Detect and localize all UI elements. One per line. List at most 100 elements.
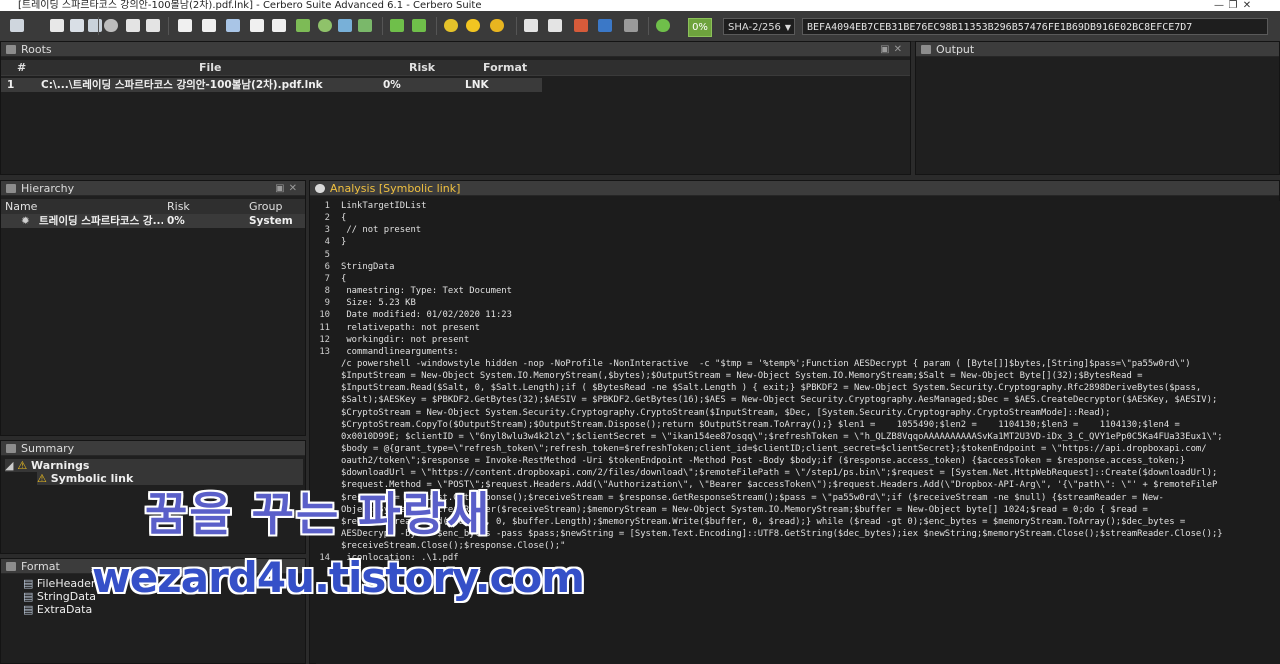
code-line: }: [341, 237, 347, 247]
column-header-name[interactable]: Name: [5, 199, 37, 214]
filter-icon[interactable]: [338, 19, 352, 32]
panel-icon: [6, 45, 16, 54]
document-icon[interactable]: [126, 19, 140, 32]
column-header-file[interactable]: File: [199, 60, 222, 75]
roots-table-header: # File Risk Format: [1, 60, 910, 76]
row-risk: 0%: [383, 79, 401, 91]
code-line: $CryptoStream = New-Object System.Securi…: [341, 408, 1111, 418]
hash-algorithm-select[interactable]: SHA-2/256 ▼: [723, 18, 795, 35]
row-format: LNK: [465, 79, 489, 91]
toolbar-separator: [382, 17, 383, 35]
column-header-risk[interactable]: Risk: [409, 60, 435, 75]
document2-icon[interactable]: [146, 19, 160, 32]
star-icon[interactable]: [466, 19, 480, 32]
format-item-label: StringData: [36, 590, 96, 603]
line-number: 1: [324, 201, 330, 211]
open-folder-icon[interactable]: [70, 19, 84, 32]
line-number: 9: [324, 298, 330, 308]
chart-icon[interactable]: [574, 19, 588, 32]
code-line: $CryptoStream.CopyTo($OutputStream);$Out…: [341, 420, 1180, 430]
line-number: 2: [324, 213, 330, 223]
summary-panel-header: Summary: [1, 441, 305, 456]
window-controls: — ❐ ✕: [1212, 0, 1272, 11]
code-line: commandlinearguments:: [341, 347, 459, 357]
bookmark-star-icon[interactable]: [444, 19, 458, 32]
report-icon[interactable]: [524, 19, 538, 32]
back-arrow-icon[interactable]: [390, 19, 404, 32]
output-panel-header: Output: [916, 42, 1279, 57]
export-icon[interactable]: [548, 19, 562, 32]
close-icon[interactable]: ✕: [1240, 0, 1254, 11]
hierarchy-panel-title: Hierarchy: [21, 182, 75, 195]
screen-icon[interactable]: [226, 19, 240, 32]
code-line: // not present: [341, 225, 422, 235]
table-row[interactable]: 1 C:\...\트레이딩 스파르타코스 강의안-100볼남(2차).pdf.l…: [1, 78, 542, 92]
minimize-icon[interactable]: —: [1212, 0, 1226, 11]
code-line: $body = @{grant_type=\"refresh_token\";r…: [341, 444, 1207, 454]
window3-icon[interactable]: [250, 19, 264, 32]
title-bar: [트레이딩 스파르타코스 강의안-100볼남(2차).pdf.lnk] - Ce…: [0, 0, 1280, 11]
warnings-node[interactable]: ◢ ⚠ Warnings: [5, 459, 303, 472]
code-line: $downloadUrl = \"https://content.dropbox…: [341, 468, 1218, 478]
hierarchy-panel: Hierarchy ▣✕ Name Risk Group ✹ 트레이딩 스파르타…: [0, 180, 306, 436]
column-header-format[interactable]: Format: [483, 60, 527, 75]
tree-icon[interactable]: [296, 19, 310, 32]
hierarchy-table-header: Name Risk Group: [1, 199, 305, 215]
code-line: {: [341, 274, 347, 284]
hash-value-field[interactable]: BEFA4094EB7CEB31BE76EC98B11353B296B57476…: [802, 18, 1268, 35]
panel-icon: [6, 562, 16, 571]
chevron-down-icon: ▼: [784, 23, 791, 32]
panel-controls[interactable]: ▣✕: [275, 181, 301, 196]
tools-icon[interactable]: [624, 19, 638, 32]
window-title: [트레이딩 스파르타코스 강의안-100볼남(2차).pdf.lnk] - Ce…: [18, 0, 482, 11]
output-panel-title: Output: [936, 43, 975, 56]
window2-icon[interactable]: [202, 19, 216, 32]
window4-icon[interactable]: [272, 19, 286, 32]
analysis-panel-title: Analysis [Symbolic link]: [330, 182, 461, 195]
reload-icon[interactable]: [656, 19, 670, 32]
line-number: 3: [324, 225, 330, 235]
gear-icon: ✹: [21, 215, 30, 227]
forward-arrow-icon[interactable]: [412, 19, 426, 32]
row-group: System: [249, 215, 293, 227]
row-num: 1: [7, 79, 15, 91]
main-toolbar: 0% SHA-2/256 ▼ BEFA4094EB7CEB31BE76EC98B…: [0, 11, 1280, 42]
new-file-icon[interactable]: [10, 19, 24, 32]
open-icon[interactable]: [50, 19, 64, 32]
toolbar-separator: [98, 17, 99, 35]
code-line: {: [341, 213, 347, 223]
roots-panel-title: Roots: [21, 43, 52, 56]
watermark-korean: 꿈을 꾸는 파랑새: [145, 487, 492, 541]
code-line: Size: 5.23 KB: [341, 298, 416, 308]
warning-icon: ⚠: [37, 472, 47, 485]
settings-icon[interactable]: [104, 19, 118, 32]
format-panel-title: Format: [21, 560, 60, 573]
line-number: 13: [319, 347, 330, 357]
code-line: oauth2/token\";$response = Invoke-RestMe…: [341, 456, 1186, 466]
line-number: 11: [319, 323, 330, 333]
format-item-fileheader[interactable]: ▤ FileHeader: [23, 577, 95, 590]
restore-icon[interactable]: ❐: [1226, 0, 1240, 11]
code-line: /c powershell -windowstyle hidden -nop -…: [341, 359, 1191, 369]
column-header-risk[interactable]: Risk: [167, 199, 190, 214]
code-line: relativepath: not present: [341, 323, 480, 333]
save-icon[interactable]: [88, 19, 102, 32]
code-line: $Salt);$AESKey = $PBKDF2.GetBytes(32);$A…: [341, 395, 1218, 405]
window-icon[interactable]: [178, 19, 192, 32]
flag-icon[interactable]: [598, 19, 612, 32]
struct-icon: ▤: [23, 577, 34, 590]
tree-row[interactable]: ✹ 트레이딩 스파르타코스 강... 0% System: [1, 214, 305, 228]
panel-controls[interactable]: ▣✕: [880, 42, 906, 57]
refresh-icon[interactable]: [358, 19, 372, 32]
format-item-extradata[interactable]: ▤ ExtraData: [23, 603, 92, 616]
star-outline-icon[interactable]: [490, 19, 504, 32]
collapse-triangle-icon[interactable]: ◢: [5, 459, 13, 472]
format-item-stringdata[interactable]: ▤ StringData: [23, 590, 96, 603]
column-header-num[interactable]: #: [17, 60, 26, 75]
hierarchy-panel-header: Hierarchy ▣✕: [1, 181, 305, 196]
row-file: C:\...\트레이딩 스파르타코스 강의안-100볼남(2차).pdf.lnk: [41, 79, 323, 91]
column-header-group[interactable]: Group: [249, 199, 283, 214]
search-icon[interactable]: [318, 19, 332, 32]
line-number: 6: [324, 262, 330, 272]
analysis-panel-header: Analysis [Symbolic link]: [310, 181, 1279, 196]
